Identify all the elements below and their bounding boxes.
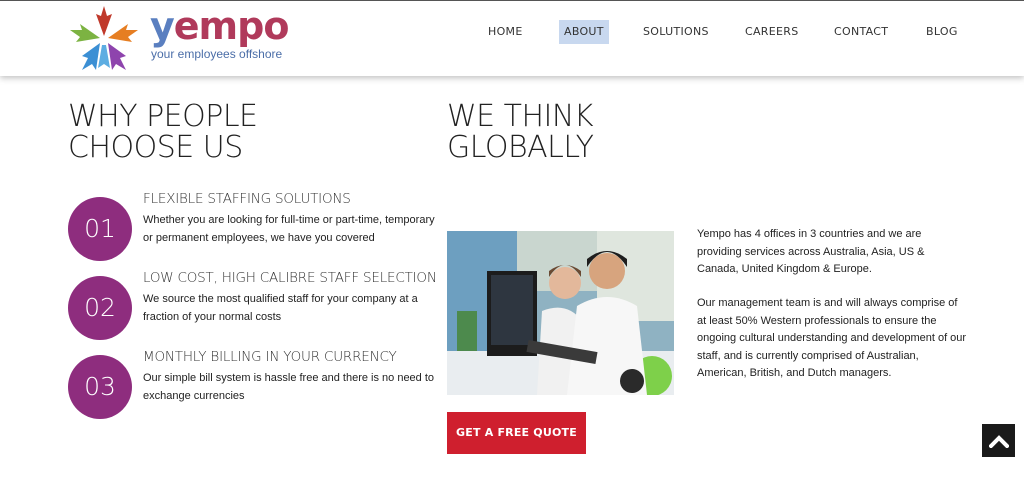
feature-description: We source the most qualified staff for y… [143, 293, 418, 323]
feature-item: 01 FLEXIBLE STAFFING SOLUTIONS Whether y… [68, 191, 438, 263]
feature-number-badge: 01 [68, 197, 132, 261]
feature-item: 02 LOW COST, HIGH CALIBRE STAFF SELECTIO… [68, 270, 438, 342]
nav-solutions[interactable]: SOLUTIONS [638, 20, 714, 44]
logo-wordmark: yempo [150, 4, 290, 48]
nav-contact[interactable]: CONTACT [829, 20, 893, 44]
feature-number-badge: 03 [68, 355, 132, 419]
office-photo [447, 231, 674, 395]
nav-blog[interactable]: BLOG [921, 20, 963, 44]
site-header: yempo your employees offshore HOME ABOUT… [0, 0, 1024, 76]
nav-home[interactable]: HOME [483, 20, 528, 44]
why-heading-line2: CHOOSE US [68, 130, 243, 165]
nav-about[interactable]: ABOUT [559, 20, 609, 44]
logo-word-rest: empo [173, 4, 290, 48]
feature-title: MONTHLY BILLING IN YOUR CURRENCY [143, 349, 397, 365]
globally-heading: WE THINK GLOBALLY [447, 99, 594, 165]
logo-word-y: y [150, 4, 175, 48]
site-logo[interactable]: yempo your employees offshore [66, 4, 290, 76]
globally-heading-line1: WE THINK [447, 99, 594, 134]
feature-number-badge: 02 [68, 276, 132, 340]
globally-heading-line2: GLOBALLY [447, 130, 594, 165]
get-free-quote-button[interactable]: GET A FREE QUOTE [447, 412, 586, 454]
feature-description: Our simple bill system is hassle free an… [143, 372, 435, 402]
why-heading: WHY PEOPLE CHOOSE US [68, 101, 258, 163]
about-paragraph-management: Our management team is and will always c… [697, 297, 967, 379]
feature-title: LOW COST, HIGH CALIBRE STAFF SELECTION [143, 270, 437, 286]
feature-item: 03 MONTHLY BILLING IN YOUR CURRENCY Our … [68, 349, 438, 421]
nav-careers[interactable]: CAREERS [740, 20, 803, 44]
feature-description: Whether you are looking for full-time or… [143, 214, 435, 244]
about-paragraph-offices: Yempo has 4 offices in 3 countries and w… [697, 228, 925, 275]
flower-logo-icon [70, 6, 138, 70]
chevron-up-icon [988, 434, 1009, 448]
office-photo-illustration [447, 231, 674, 395]
why-heading-line1: WHY PEOPLE [68, 99, 258, 134]
logo-tagline: your employees offshore [151, 47, 283, 61]
feature-title: FLEXIBLE STAFFING SOLUTIONS [143, 191, 351, 207]
back-to-top-button[interactable] [982, 424, 1015, 457]
